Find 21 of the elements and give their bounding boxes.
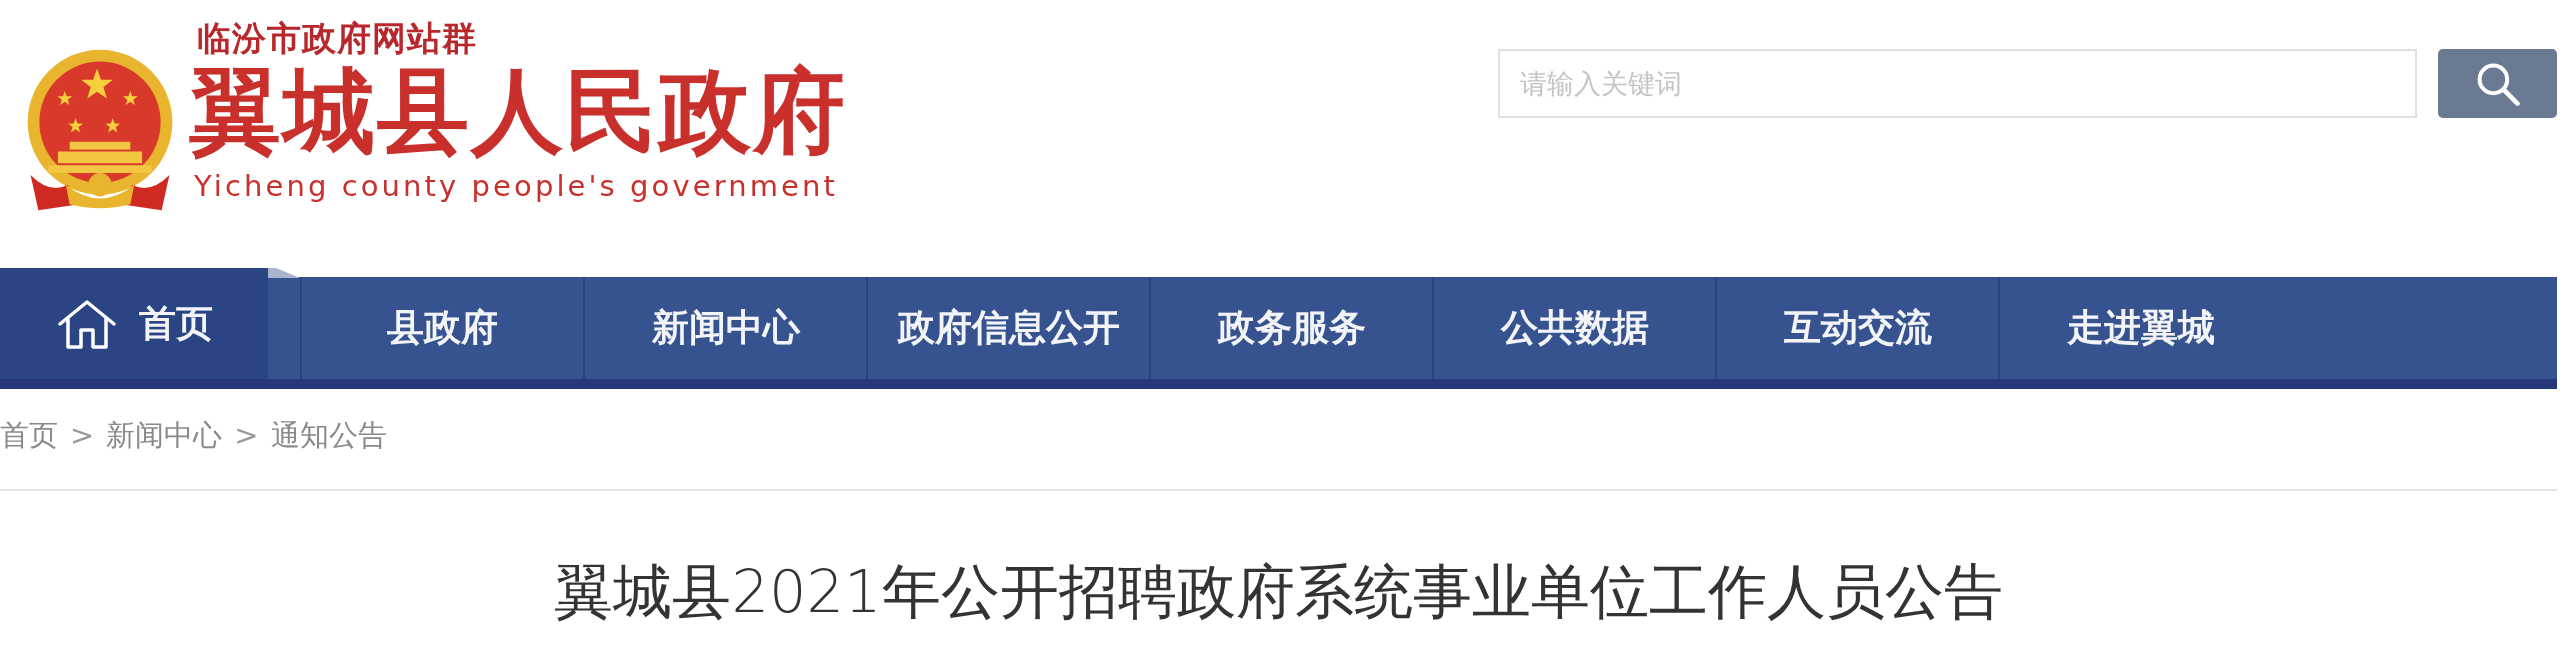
breadcrumb-separator: > <box>70 417 95 454</box>
folded-corner-icon <box>268 268 300 278</box>
site-group-name: 临汾市政府网站群 <box>197 18 477 58</box>
site-title: 翼城县人民政府 <box>189 58 847 164</box>
nav-tab[interactable]: 互动交流 <box>1715 277 1998 379</box>
article-title: 翼城县2021年公开招聘政府系统事业单位工作人员公告 <box>554 556 2003 628</box>
nav-tab[interactable]: 首页 <box>0 268 268 379</box>
site-subtitle: Yicheng county people's government <box>194 168 838 205</box>
nav-tab[interactable]: 政务服务 <box>1149 277 1432 379</box>
breadcrumb-link[interactable]: 通知公告 <box>270 415 387 455</box>
breadcrumb-link[interactable]: 新闻中心 <box>106 415 223 455</box>
nav-tab[interactable]: 公共数据 <box>1432 277 1715 379</box>
breadcrumb-link[interactable]: 首页 <box>0 415 58 455</box>
search-button[interactable] <box>2438 49 2557 118</box>
home-icon <box>57 297 117 350</box>
nav-tab[interactable]: 新闻中心 <box>583 277 866 379</box>
search-field[interactable]: 请输入关键词 <box>1498 49 2417 118</box>
breadcrumb-separator: > <box>234 417 259 454</box>
nav-tab[interactable]: 政府信息公开 <box>866 277 1149 379</box>
nav-tab[interactable]: 县政府 <box>300 277 583 379</box>
nav-tab[interactable]: 走进翼城 <box>1998 277 2281 379</box>
